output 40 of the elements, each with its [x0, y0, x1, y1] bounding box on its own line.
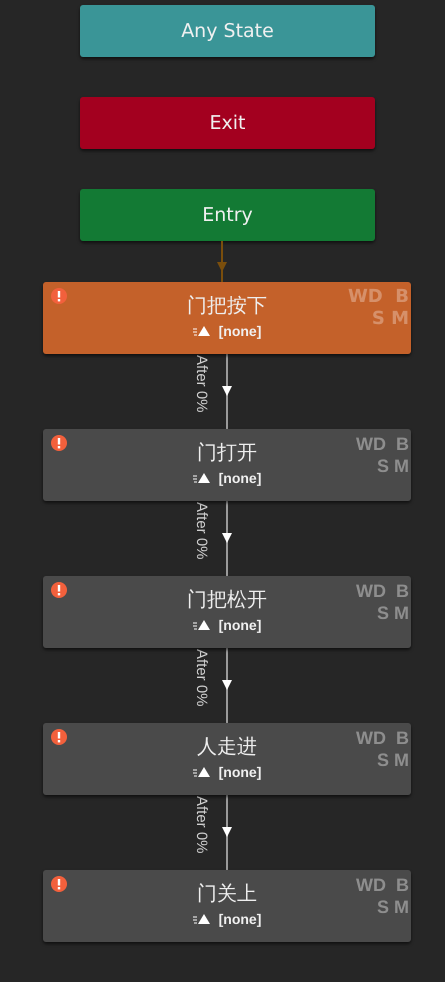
state-flags: WD B — [356, 874, 409, 896]
state-node[interactable]: WD B S M 门把松开 [none] — [43, 576, 411, 648]
state-flags: WD B — [356, 433, 409, 455]
transition-label: After 0% — [193, 795, 210, 856]
state-flags: S M — [376, 602, 409, 624]
state-flags: S M — [376, 749, 409, 771]
state-node[interactable]: WD B S M 门关上 [none] — [43, 870, 411, 942]
state-flags: WD B — [348, 286, 409, 308]
state-flags: S M — [376, 455, 409, 477]
motion-label: [none] — [218, 323, 262, 339]
state-flags: S M — [372, 308, 409, 330]
state-node[interactable]: WD B S M 门把按下 [none] — [43, 282, 411, 354]
motion-icon — [192, 766, 211, 778]
transition-arrow[interactable] — [221, 354, 233, 429]
motion-icon — [192, 913, 211, 925]
state-name: 门关上 — [197, 880, 257, 907]
transition-label: After 0% — [193, 648, 210, 709]
transition-arrow[interactable] — [221, 648, 233, 723]
state-name: 门把按下 — [187, 292, 267, 319]
state-node[interactable]: WD B S M 门打开 [none] — [43, 429, 411, 501]
state-name: 门把松开 — [187, 586, 267, 613]
transition-arrow[interactable] — [221, 501, 233, 576]
state-flags: S M — [376, 896, 409, 918]
state-node[interactable]: Exit — [80, 97, 375, 149]
motion-icon — [192, 325, 211, 337]
motion-icon — [192, 472, 211, 484]
state-node[interactable]: WD B S M 人走进 [none] — [43, 723, 411, 795]
motion-label: [none] — [218, 470, 262, 486]
transition-arrow[interactable] — [221, 795, 233, 870]
state-name: 人走进 — [197, 733, 257, 760]
transition-label: After 0% — [193, 501, 210, 562]
state-name: 门打开 — [197, 439, 257, 466]
state-flags: WD B — [356, 727, 409, 749]
transition-label: After 0% — [193, 354, 210, 415]
motion-label: [none] — [218, 911, 262, 927]
motion-icon — [192, 619, 211, 631]
motion-label: [none] — [218, 617, 262, 633]
state-flags: WD B — [356, 580, 409, 602]
motion-label: [none] — [218, 764, 262, 780]
state-node[interactable]: Entry — [80, 189, 375, 241]
